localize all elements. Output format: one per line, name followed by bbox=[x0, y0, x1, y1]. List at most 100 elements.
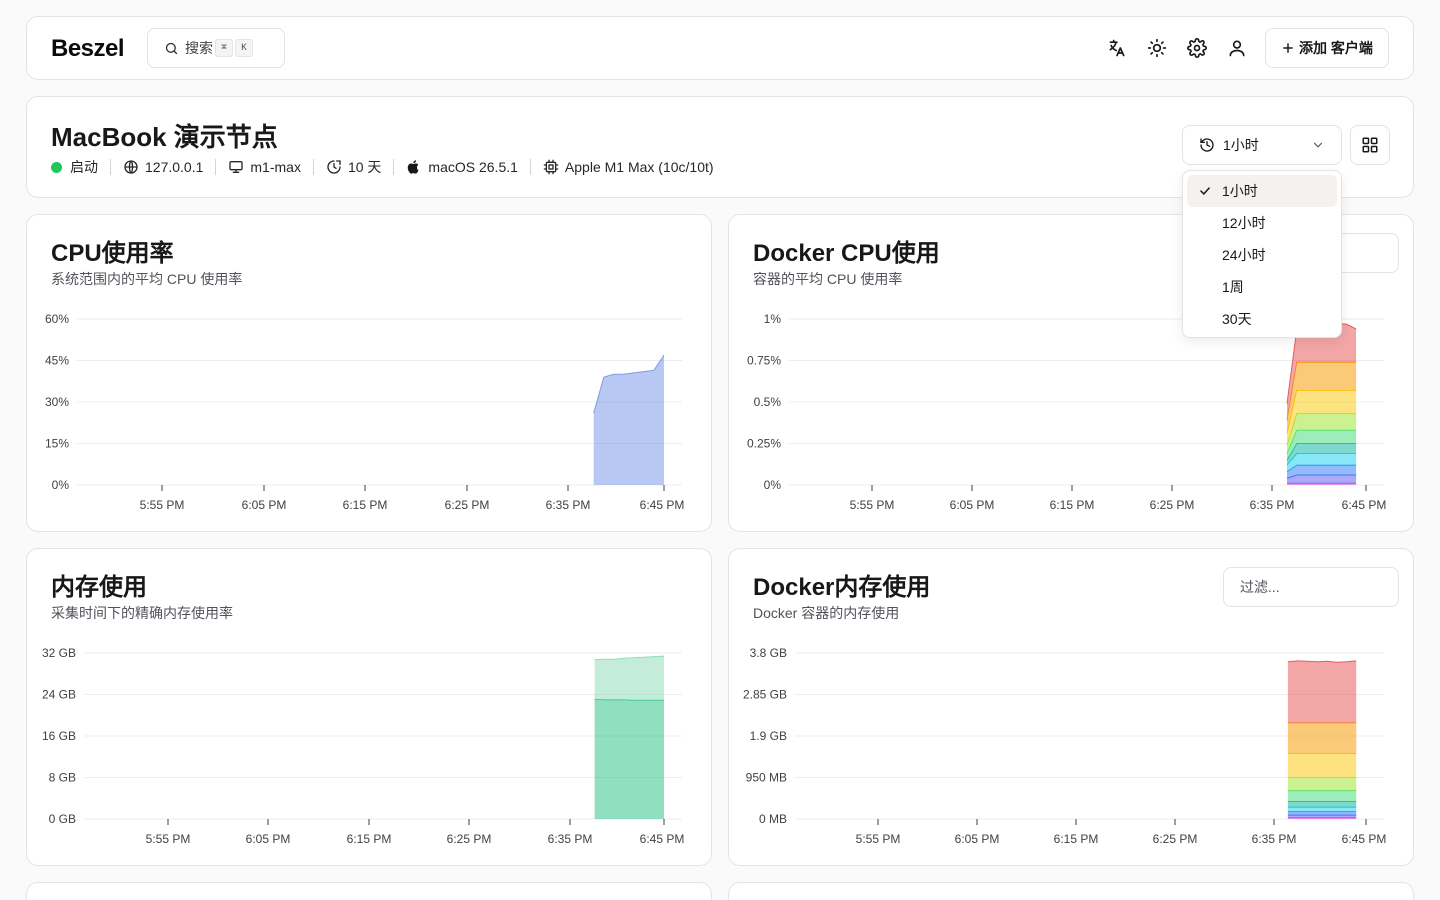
time-range-option[interactable]: 1周 bbox=[1187, 271, 1337, 303]
series-area bbox=[1287, 811, 1357, 816]
option-label: 1小时 bbox=[1222, 183, 1258, 199]
series-area bbox=[1287, 660, 1357, 723]
check-icon bbox=[1200, 187, 1210, 195]
y-tick-label: 950 MB bbox=[746, 771, 787, 785]
divider bbox=[110, 159, 111, 175]
x-tick-label: 6:45 PM bbox=[1342, 498, 1387, 512]
series-area bbox=[1287, 777, 1357, 791]
uptime-label: 10 天 bbox=[347, 159, 382, 175]
time-range-option[interactable]: 12小时 bbox=[1187, 207, 1337, 239]
y-tick-label: 0% bbox=[52, 478, 70, 492]
x-tick-label: 6:45 PM bbox=[1342, 832, 1387, 846]
status-label: 启动 bbox=[70, 159, 98, 175]
series-area bbox=[1287, 722, 1357, 754]
user-icon[interactable] bbox=[1226, 37, 1248, 59]
status-item: 启动 bbox=[51, 157, 98, 177]
y-tick-label: 0.5% bbox=[754, 395, 782, 409]
x-tick-label: 6:45 PM bbox=[640, 498, 685, 512]
hostname-item: m1-max bbox=[228, 159, 301, 175]
sun-icon[interactable] bbox=[1146, 37, 1168, 59]
monitor-icon bbox=[229, 161, 244, 173]
search-icon bbox=[165, 42, 178, 54]
time-range-value: 1小时 bbox=[1223, 137, 1259, 153]
x-tick-label: 6:05 PM bbox=[242, 498, 287, 512]
cpu-label: Apple M1 Max (10c/10t) bbox=[564, 159, 714, 175]
memory-chart-card: 内存使用 采集时间下的精确内存使用率 0 GB 8 GB 16 GB 24 GB 32 … bbox=[26, 548, 712, 866]
y-tick-label: 0 MB bbox=[759, 812, 787, 826]
option-label: 30天 bbox=[1222, 311, 1252, 327]
y-tick-label: 8 GB bbox=[49, 771, 76, 785]
x-tick-label: 6:25 PM bbox=[1153, 832, 1198, 846]
y-tick-label: 45% bbox=[45, 354, 69, 368]
x-tick-label: 6:05 PM bbox=[955, 832, 1000, 846]
time-range-option[interactable]: 1小时 bbox=[1187, 175, 1337, 207]
top-navbar: Beszel 搜索 ⌘ K 添加 客户端 bbox=[26, 16, 1414, 80]
time-range-select[interactable]: 1小时 bbox=[1182, 125, 1342, 165]
ip-label: 127.0.0.1 bbox=[145, 159, 204, 175]
cpu-item: Apple M1 Max (10c/10t) bbox=[543, 159, 714, 175]
translate-icon[interactable] bbox=[1106, 37, 1128, 59]
y-tick-label: 60% bbox=[45, 312, 69, 326]
y-tick-label: 15% bbox=[45, 437, 69, 451]
y-tick-label: 16 GB bbox=[42, 729, 76, 743]
option-label: 1周 bbox=[1222, 279, 1244, 295]
option-label: 24小时 bbox=[1222, 247, 1266, 263]
grid-icon bbox=[1362, 137, 1378, 153]
x-tick-label: 6:15 PM bbox=[343, 498, 388, 512]
layout-toggle-button[interactable] bbox=[1350, 125, 1390, 165]
plus-icon bbox=[1283, 43, 1293, 53]
x-tick-label: 6:05 PM bbox=[246, 832, 291, 846]
y-tick-label: 24 GB bbox=[42, 688, 76, 702]
ip-item: 127.0.0.1 bbox=[123, 159, 203, 175]
search-label: 搜索 bbox=[185, 40, 213, 56]
time-range-option[interactable]: 24小时 bbox=[1187, 239, 1337, 271]
os-label: macOS 26.5.1 bbox=[428, 159, 518, 175]
x-tick-label: 6:25 PM bbox=[447, 832, 492, 846]
x-tick-label: 6:15 PM bbox=[1054, 832, 1099, 846]
cpu-chart-card: CPU使用率 系统范围内的平均 CPU 使用率 0% 15% 30% 45% 60% 5:… bbox=[26, 214, 712, 532]
cpu-chart: 0% 15% 30% 45% 60% 5:55 PM 6:05 PM 6:15 PM 6:25 … bbox=[45, 312, 685, 512]
x-tick-label: 5:55 PM bbox=[856, 832, 901, 846]
docker-memory-chart: 0 MB 950 MB 1.9 GB 2.85 GB 3.8 GB 5:55 PM 6:05… bbox=[743, 646, 1387, 846]
os-item: macOS 26.5.1 bbox=[406, 159, 518, 175]
time-range-dropdown: 1小时 12小时 24小时 1周 30天 bbox=[1182, 170, 1342, 338]
series-area bbox=[1287, 475, 1357, 484]
x-tick-label: 6:35 PM bbox=[548, 832, 593, 846]
y-tick-label: 1.9 GB bbox=[750, 729, 787, 743]
x-tick-label: 6:25 PM bbox=[1150, 498, 1195, 512]
x-tick-label: 6:45 PM bbox=[640, 832, 685, 846]
x-tick-label: 6:25 PM bbox=[445, 498, 490, 512]
y-tick-label: 3.8 GB bbox=[750, 646, 787, 660]
system-title: MacBook 演示节点 bbox=[51, 122, 278, 152]
x-tick-label: 5:55 PM bbox=[850, 498, 895, 512]
series-area bbox=[1287, 807, 1357, 812]
search-button[interactable]: 搜索 ⌘ K bbox=[147, 28, 285, 68]
divider bbox=[393, 159, 395, 175]
x-tick-label: 5:55 PM bbox=[140, 498, 185, 512]
y-tick-label: 0.25% bbox=[747, 437, 781, 451]
history-icon bbox=[1200, 138, 1214, 152]
time-range-option[interactable]: 30天 bbox=[1187, 303, 1337, 335]
x-tick-label: 6:35 PM bbox=[1252, 832, 1297, 846]
logo[interactable]: Beszel bbox=[51, 35, 125, 63]
x-tick-label: 6:05 PM bbox=[950, 498, 995, 512]
y-tick-label: 1% bbox=[764, 312, 782, 326]
y-tick-label: 0.75% bbox=[747, 354, 781, 368]
y-tick-label: 0% bbox=[764, 478, 782, 492]
y-tick-label: 30% bbox=[45, 395, 69, 409]
series-area bbox=[1287, 801, 1357, 808]
series-area bbox=[1287, 790, 1357, 802]
option-label: 12小时 bbox=[1222, 215, 1266, 231]
gear-icon[interactable] bbox=[1186, 37, 1208, 59]
chevron-down-icon bbox=[1313, 142, 1323, 148]
x-tick-label: 5:55 PM bbox=[146, 832, 191, 846]
kbd-cmd: ⌘ bbox=[215, 39, 233, 57]
next-chart-card bbox=[26, 882, 712, 900]
series-area bbox=[594, 699, 664, 819]
globe-icon bbox=[124, 160, 138, 174]
divider bbox=[529, 159, 531, 175]
add-client-button[interactable]: 添加 客户端 bbox=[1265, 28, 1389, 68]
status-dot bbox=[51, 161, 62, 173]
y-tick-label: 0 GB bbox=[49, 812, 76, 826]
x-tick-label: 6:35 PM bbox=[546, 498, 591, 512]
